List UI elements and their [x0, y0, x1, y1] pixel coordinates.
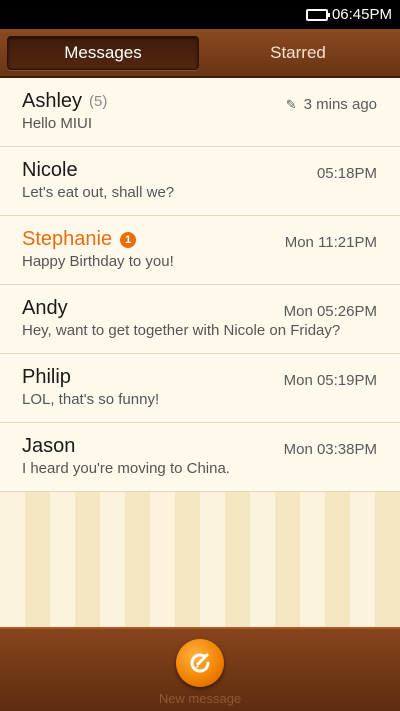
message-preview: Hello MIUI	[22, 115, 93, 132]
tab-messages[interactable]: Messages	[7, 35, 199, 70]
draft-pencil-icon: ✎	[285, 96, 297, 112]
timestamp: Mon 05:19PM	[283, 372, 377, 389]
message-preview: Hey, want to get together with Nicole on…	[22, 322, 341, 339]
new-message-label: New message	[158, 691, 242, 706]
bottom-bar: New message	[0, 627, 400, 711]
timestamp: ✎ 3 mins ago	[286, 96, 377, 113]
contact-name-text: Philip	[22, 366, 71, 388]
new-message-button[interactable]	[176, 639, 224, 687]
contact-name-text: Nicole	[22, 159, 78, 181]
message-preview: I heard you're moving to China.	[22, 460, 230, 477]
message-preview: LOL, that's so funny!	[22, 391, 160, 408]
message-preview: Happy Birthday to you!	[22, 253, 174, 270]
compose-icon	[190, 653, 210, 673]
contact-name-text: Ashley	[22, 90, 83, 112]
contact-name-text: Andy	[22, 297, 68, 319]
timestamp: Mon 03:38PM	[283, 441, 377, 458]
unread-badge: 1	[120, 231, 137, 248]
message-count: (5)	[89, 93, 108, 110]
timestamp: Mon 05:26PM	[283, 303, 377, 320]
battery-icon	[305, 8, 330, 21]
timestamp: Mon 11:21PM	[284, 234, 377, 251]
conversation-row[interactable]: Stephanie 1 Mon 11:21PM Happy Birthday t…	[0, 216, 400, 285]
conversation-row[interactable]: Jason Mon 03:38PM I heard you're moving …	[0, 423, 400, 492]
message-preview: Let's eat out, shall we?	[22, 184, 175, 201]
conversation-row[interactable]: Andy Mon 05:26PM Hey, want to get togeth…	[0, 285, 400, 354]
tab-bar: Messages Starred	[0, 29, 400, 78]
timestamp: 05:18PM	[316, 165, 377, 182]
conversation-list: Ashley (5) ✎ 3 mins ago Hello MIUI Nicol…	[0, 78, 400, 627]
status-bar: 06:45PM	[0, 0, 400, 29]
status-time: 06:45PM	[331, 6, 392, 23]
contact-name-text: Stephanie	[22, 228, 113, 250]
tab-starred[interactable]: Starred	[203, 36, 393, 70]
contact-name-text: Jason	[22, 435, 76, 457]
conversation-row[interactable]: Nicole 05:18PM Let's eat out, shall we?	[0, 147, 400, 216]
timestamp-text: 3 mins ago	[303, 96, 377, 113]
conversation-row[interactable]: Philip Mon 05:19PM LOL, that's so funny!	[0, 354, 400, 423]
conversation-row[interactable]: Ashley (5) ✎ 3 mins ago Hello MIUI	[0, 78, 400, 147]
